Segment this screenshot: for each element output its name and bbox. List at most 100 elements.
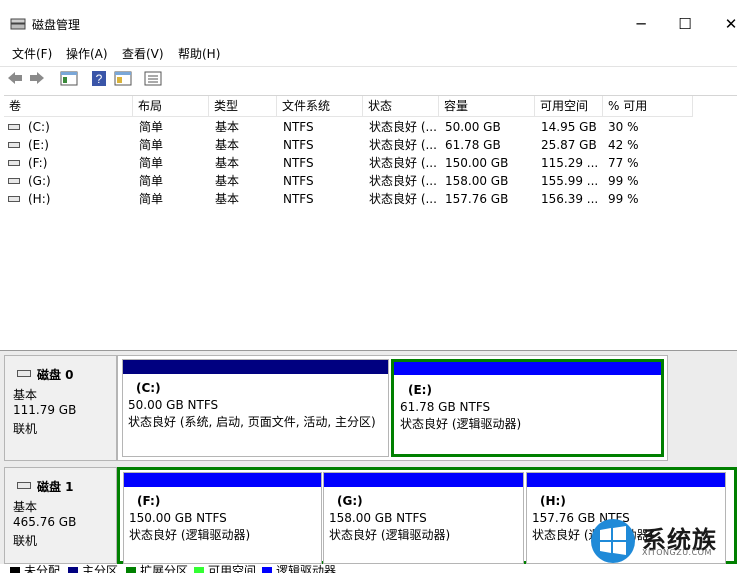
legend-swatch: [126, 567, 136, 573]
disk-0-label[interactable]: 磁盘 0 基本 111.79 GB 联机: [4, 355, 117, 461]
maximize-button[interactable]: ☐: [662, 10, 708, 38]
legend-label: 主分区: [82, 564, 119, 573]
partition-letter: (G:): [337, 494, 363, 508]
volume-icon: [8, 178, 20, 184]
type-cell: 基本: [215, 156, 240, 170]
disk-name: 磁盘 1: [37, 480, 74, 494]
menu-bar: 文件(F) 操作(A) 查看(V) 帮助(H): [0, 42, 737, 62]
table-row[interactable]: (F:) 简单 基本 NTFS 状态良好 (... 150.00 GB 115.…: [4, 154, 737, 172]
menu-help[interactable]: 帮助(H): [178, 45, 220, 62]
partition-f[interactable]: (F:) 150.00 GB NTFS 状态良好 (逻辑驱动器): [123, 472, 322, 564]
table-row[interactable]: (G:) 简单 基本 NTFS 状态良好 (... 158.00 GB 155.…: [4, 172, 737, 190]
filesystem-cell: NTFS: [283, 174, 314, 188]
column-header-capacity[interactable]: 容量: [439, 96, 535, 117]
table-row[interactable]: (H:) 简单 基本 NTFS 状态良好 (... 157.76 GB 156.…: [4, 190, 737, 208]
column-header-free-space[interactable]: 可用空间: [535, 96, 603, 117]
volume-name: (F:): [28, 156, 48, 170]
disk-status: 联机: [13, 422, 38, 436]
partition-e[interactable]: (E:) 61.78 GB NTFS 状态良好 (逻辑驱动器): [391, 359, 664, 457]
partition-size: 50.00 GB NTFS: [128, 398, 219, 412]
status-cell: 状态良好 (...: [369, 120, 437, 134]
column-header-filesystem[interactable]: 文件系统: [277, 96, 363, 117]
type-cell: 基本: [215, 138, 240, 152]
disk-1-label[interactable]: 磁盘 1 基本 465.76 GB 联机: [4, 467, 117, 564]
layout-cell: 简单: [139, 120, 164, 134]
percent-free-cell: 99 %: [608, 174, 639, 188]
help-icon[interactable]: ?: [90, 70, 108, 87]
volume-name: (C:): [28, 120, 50, 134]
logical-drive-bar: [527, 473, 725, 487]
layout-cell: 简单: [139, 156, 164, 170]
disk-status: 联机: [13, 534, 38, 548]
type-cell: 基本: [215, 174, 240, 188]
volume-icon: [8, 196, 20, 202]
percent-free-cell: 42 %: [608, 138, 639, 152]
legend-label: 扩展分区: [140, 564, 189, 573]
legend-swatch: [262, 567, 272, 573]
filesystem-cell: NTFS: [283, 156, 314, 170]
capacity-cell: 157.76 GB: [445, 192, 509, 206]
volume-icon: [8, 124, 20, 130]
partition-g[interactable]: (G:) 158.00 GB NTFS 状态良好 (逻辑驱动器): [323, 472, 524, 564]
legend: 未分配 主分区 扩展分区 可用空间 逻辑驱动器: [0, 564, 737, 573]
partition-c[interactable]: (C:) 50.00 GB NTFS 状态良好 (系统, 启动, 页面文件, 活…: [122, 359, 389, 457]
watermark-logo-icon: [591, 519, 635, 563]
free-space-cell: 14.95 GB: [541, 120, 597, 134]
legend-swatch: [194, 567, 204, 573]
layout-cell: 简单: [139, 192, 164, 206]
column-header-volume[interactable]: 卷: [4, 96, 133, 117]
menu-action[interactable]: 操作(A): [66, 45, 108, 62]
back-icon[interactable]: [6, 70, 24, 87]
table-row[interactable]: (E:) 简单 基本 NTFS 状态良好 (... 61.78 GB 25.87…: [4, 136, 737, 154]
column-header-type[interactable]: 类型: [209, 96, 277, 117]
filesystem-cell: NTFS: [283, 120, 314, 134]
menu-file[interactable]: 文件(F): [12, 45, 52, 62]
forward-icon[interactable]: [28, 70, 46, 87]
status-cell: 状态良好 (...: [369, 156, 437, 170]
disk-size: 111.79 GB: [13, 403, 77, 417]
volume-name: (E:): [28, 138, 49, 152]
menu-view[interactable]: 查看(V): [122, 45, 164, 62]
capacity-cell: 50.00 GB: [445, 120, 501, 134]
status-cell: 状态良好 (...: [369, 174, 437, 188]
partition-size: 158.00 GB NTFS: [329, 511, 427, 525]
partition-status: 状态良好 (逻辑驱动器): [329, 528, 451, 542]
disk-size: 465.76 GB: [13, 515, 77, 529]
legend-swatch: [68, 567, 78, 573]
capacity-cell: 158.00 GB: [445, 174, 509, 188]
list-view-icon[interactable]: [144, 70, 162, 87]
disk-type: 基本: [13, 388, 38, 402]
partition-letter: (C:): [136, 381, 161, 395]
close-button[interactable]: ✕: [708, 10, 737, 38]
capacity-cell: 150.00 GB: [445, 156, 509, 170]
properties-icon[interactable]: [114, 70, 132, 87]
partition-status: 状态良好 (逻辑驱动器): [400, 417, 522, 431]
free-space-cell: 155.99 ...: [541, 174, 599, 188]
filesystem-cell: NTFS: [283, 138, 314, 152]
volume-name: (H:): [28, 192, 51, 206]
partition-status: 状态良好 (系统, 启动, 页面文件, 活动, 主分区): [128, 415, 376, 429]
column-header-percent-free[interactable]: % 可用: [603, 96, 693, 117]
primary-partition-bar: [123, 360, 388, 374]
layout-cell: 简单: [139, 174, 164, 188]
disk-icon: [17, 370, 31, 377]
logical-drive-bar: [394, 362, 661, 375]
disk-name: 磁盘 0: [37, 368, 74, 382]
free-space-cell: 115.29 ...: [541, 156, 599, 170]
table-row[interactable]: (C:) 简单 基本 NTFS 状态良好 (... 50.00 GB 14.95…: [4, 118, 737, 136]
volume-icon: [8, 160, 20, 166]
column-header-layout[interactable]: 布局: [133, 96, 209, 117]
volume-list: 卷 布局 类型 文件系统 状态 容量 可用空间 % 可用 (C:) 简单 基本 …: [4, 95, 737, 348]
type-cell: 基本: [215, 192, 240, 206]
legend-label: 未分配: [24, 564, 61, 573]
minimize-button[interactable]: ─: [618, 10, 664, 38]
toolbar: ?: [0, 66, 737, 91]
console-tree-icon[interactable]: [60, 70, 78, 87]
disk-icon: [17, 482, 31, 489]
capacity-cell: 61.78 GB: [445, 138, 501, 152]
partition-status: 状态良好 (逻辑驱动器): [129, 528, 251, 542]
watermark-url: XITONGZU.COM: [642, 548, 712, 557]
disk-0-partitions: (C:) 50.00 GB NTFS 状态良好 (系统, 启动, 页面文件, 活…: [117, 355, 668, 461]
column-header-status[interactable]: 状态: [363, 96, 439, 117]
legend-label: 可用空间: [208, 564, 257, 573]
